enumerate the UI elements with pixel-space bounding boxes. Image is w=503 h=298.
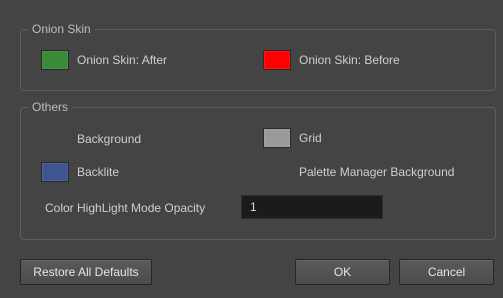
- onion-skin-before-swatch[interactable]: [263, 50, 291, 70]
- onion-skin-after-row[interactable]: Onion Skin: After: [41, 50, 167, 70]
- grid-label: Grid: [299, 131, 322, 145]
- backlite-row[interactable]: Backlite: [41, 162, 119, 182]
- onion-skin-after-label: Onion Skin: After: [77, 53, 168, 67]
- highlight-opacity-row: Color HighLight Mode Opacity: [45, 198, 205, 218]
- backlite-label: Backlite: [77, 165, 120, 179]
- highlight-opacity-input[interactable]: 1: [241, 195, 383, 219]
- onion-skin-after-swatch[interactable]: [41, 50, 69, 70]
- onion-skin-before-row[interactable]: Onion Skin: Before: [263, 50, 400, 70]
- background-row[interactable]: Background: [77, 129, 141, 149]
- others-group-title: Others: [28, 100, 73, 114]
- background-label: Background: [77, 132, 142, 146]
- preferences-colors-dialog: Onion Skin Onion Skin: After Onion Skin:…: [0, 0, 503, 298]
- palette-manager-background-label: Palette Manager Background: [299, 165, 455, 179]
- restore-all-defaults-button[interactable]: Restore All Defaults: [20, 259, 152, 285]
- highlight-opacity-label: Color HighLight Mode Opacity: [45, 201, 206, 215]
- palette-manager-row[interactable]: Palette Manager Background: [299, 162, 454, 182]
- grid-swatch[interactable]: [263, 128, 291, 148]
- onion-skin-before-label: Onion Skin: Before: [299, 53, 400, 67]
- cancel-button[interactable]: Cancel: [399, 259, 494, 285]
- onion-skin-group-title: Onion Skin: [28, 22, 95, 36]
- grid-row[interactable]: Grid: [263, 128, 322, 148]
- backlite-swatch[interactable]: [41, 162, 69, 182]
- ok-button[interactable]: OK: [295, 259, 390, 285]
